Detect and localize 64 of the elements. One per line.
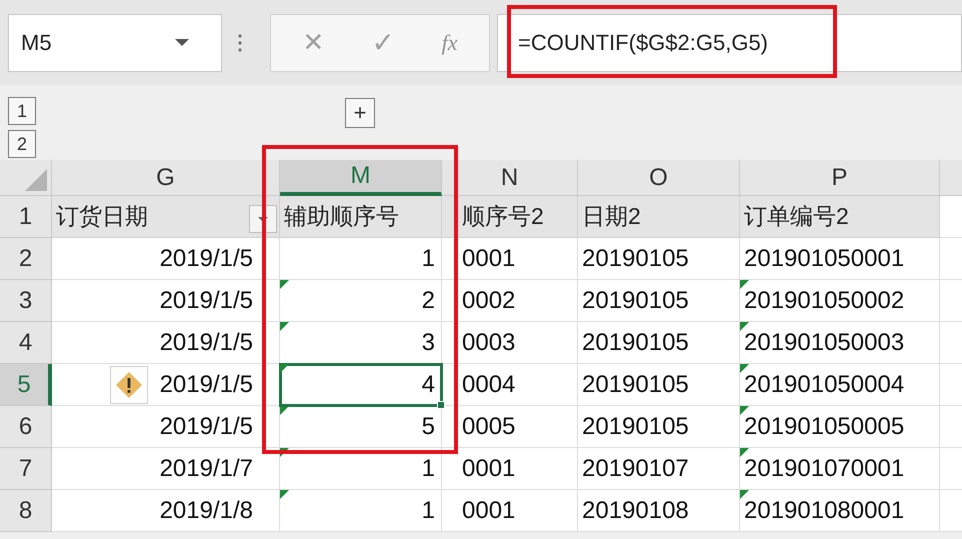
row-header[interactable]: 1 <box>0 196 52 238</box>
cell-text: 20190105 <box>582 244 689 274</box>
row-header[interactable]: 6 <box>0 406 52 448</box>
column-header[interactable]: G <box>52 160 280 196</box>
column-title: 订单编号2 <box>744 202 849 232</box>
cell-text: 2019/1/5 <box>160 328 253 358</box>
formula-text: =COUNTIF($G$2:G5,G5) <box>518 29 768 57</box>
column-title: 顺序号2 <box>461 202 544 232</box>
cell-text: 201901050003 <box>744 328 904 358</box>
column-header[interactable]: N <box>442 160 578 196</box>
column-header[interactable]: M <box>280 160 442 196</box>
outline-level-button[interactable]: 1 <box>8 97 36 125</box>
cell-text: 20190108 <box>582 496 689 526</box>
cell-text: 201901050005 <box>744 412 904 442</box>
column-header[interactable]: P <box>740 160 940 196</box>
cell-text: 201901050004 <box>744 370 904 400</box>
more-icon[interactable] <box>238 34 242 52</box>
cell-text: 0001 <box>462 454 516 484</box>
cell-text: 201901050001 <box>744 244 904 274</box>
cell-text: 1 <box>422 454 435 484</box>
name-box[interactable]: M5 <box>8 14 222 72</box>
cell-reference: M5 <box>21 29 52 57</box>
cell-text: 201901050002 <box>744 286 904 316</box>
row-header[interactable]: 5 <box>0 364 52 406</box>
cell-text: 2019/1/5 <box>160 370 253 400</box>
cell-text: 0001 <box>462 496 516 526</box>
cell-text: 2019/1/5 <box>160 244 253 274</box>
row-header[interactable]: 7 <box>0 448 52 490</box>
cell-text: 2019/1/8 <box>160 496 253 526</box>
formula-field[interactable]: =COUNTIF($G$2:G5,G5) <box>497 14 962 72</box>
cell-text: 2019/1/5 <box>160 286 253 316</box>
expand-button[interactable]: + <box>345 98 375 128</box>
column-header[interactable]: O <box>578 160 740 196</box>
cell-text: 201901070001 <box>744 454 904 484</box>
column-title: 辅助顺序号 <box>284 202 399 232</box>
cell-text: 5 <box>422 412 435 442</box>
warning-icon[interactable] <box>110 366 148 404</box>
outline-level-button[interactable]: 2 <box>8 130 36 158</box>
row-header[interactable]: 3 <box>0 280 52 322</box>
cell-text: 2 <box>422 286 435 316</box>
cell-text: 4 <box>422 370 435 400</box>
row-header[interactable]: 2 <box>0 238 52 280</box>
cell-text: 2019/1/7 <box>160 454 253 484</box>
cell-text: 0002 <box>462 286 516 316</box>
row-header[interactable]: 8 <box>0 490 52 532</box>
cell-text: 2019/1/5 <box>160 412 253 442</box>
cell-text: 0004 <box>462 370 516 400</box>
cell-text: 1 <box>422 496 435 526</box>
cell-text: 0005 <box>462 412 516 442</box>
cell-text: 3 <box>422 328 435 358</box>
row-header[interactable]: 4 <box>0 322 52 364</box>
column-title: 订货日期 <box>56 202 148 232</box>
cell-text: 20190107 <box>582 454 689 484</box>
cell-text: 0003 <box>462 328 516 358</box>
fill-handle[interactable] <box>437 401 445 409</box>
cell-text: 20190105 <box>582 370 689 400</box>
cell-text: 0001 <box>462 244 516 274</box>
cell-text: 20190105 <box>582 328 689 358</box>
caret-icon[interactable] <box>175 39 189 46</box>
cell-text: 20190105 <box>582 412 689 442</box>
cell-text: 1 <box>422 244 435 274</box>
cell-text: 20190105 <box>582 286 689 316</box>
column-title: 日期2 <box>582 202 641 232</box>
cell-text: 201901080001 <box>744 496 904 526</box>
